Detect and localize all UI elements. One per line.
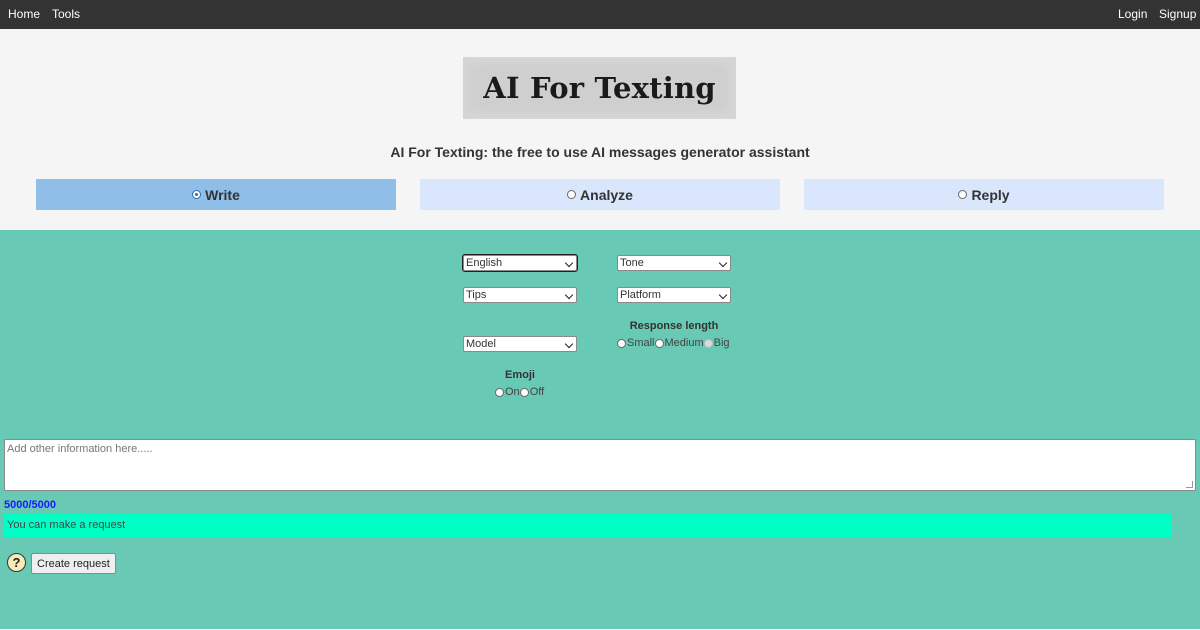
nav-login-link[interactable]: Login xyxy=(1118,7,1147,21)
response-length-medium[interactable]: Medium xyxy=(654,337,704,349)
option-label: Off xyxy=(529,386,545,398)
help-icon[interactable]: ? xyxy=(7,553,26,572)
tone-select[interactable]: Tone xyxy=(617,255,731,271)
mode-tab-label: Analyze xyxy=(580,186,633,203)
language-select[interactable]: English xyxy=(462,254,578,272)
character-counter: 5000/5000 xyxy=(4,499,56,511)
chevron-down-icon xyxy=(564,290,574,300)
radio-emoji-off[interactable] xyxy=(519,387,529,397)
emoji-options: On Off xyxy=(495,386,544,398)
mode-tab-reply[interactable]: Reply xyxy=(804,179,1164,210)
radio-medium[interactable] xyxy=(654,338,664,348)
status-message: You can make a request xyxy=(4,514,1172,537)
platform-select[interactable]: Platform xyxy=(617,287,731,303)
resize-handle-icon[interactable] xyxy=(1186,481,1193,488)
model-select-value: Model xyxy=(466,338,496,350)
radio-small[interactable] xyxy=(617,338,626,348)
option-label: Small xyxy=(627,337,655,349)
response-length-small[interactable]: Small xyxy=(617,337,655,349)
top-navigation: Home Tools Login Signup xyxy=(0,0,1200,29)
response-length-options: Small Medium Big xyxy=(617,337,730,349)
tips-select-value: Tips xyxy=(466,289,487,301)
emoji-off[interactable]: Off xyxy=(519,386,545,398)
chevron-down-icon xyxy=(718,290,728,300)
radio-reply[interactable] xyxy=(958,190,968,199)
header: AI For Texting AI For Texting: the free … xyxy=(0,29,1200,230)
logo: AI For Texting xyxy=(463,57,736,119)
page-subtitle: AI For Texting: the free to use AI messa… xyxy=(390,144,810,160)
nav-home-link[interactable]: Home xyxy=(8,7,40,21)
response-length-big[interactable]: Big xyxy=(703,337,730,349)
chevron-down-icon xyxy=(718,258,728,268)
platform-select-value: Platform xyxy=(620,289,661,301)
create-request-button[interactable]: Create request xyxy=(31,553,116,574)
additional-info-textarea[interactable]: Add other information here..... xyxy=(4,439,1196,491)
logo-text: AI For Texting xyxy=(483,71,716,105)
tone-select-value: Tone xyxy=(620,257,644,269)
emoji-title: Emoji xyxy=(505,369,535,381)
mode-tab-label: Reply xyxy=(971,186,1010,203)
radio-write[interactable] xyxy=(192,190,202,199)
radio-analyze[interactable] xyxy=(567,190,577,199)
option-label: Medium xyxy=(664,337,704,349)
radio-emoji-on[interactable] xyxy=(495,387,504,397)
tips-select[interactable]: Tips xyxy=(463,287,577,303)
model-select[interactable]: Model xyxy=(463,336,577,352)
main-form: English Tone Tips Platform Model Respons… xyxy=(0,230,1200,629)
chevron-down-icon xyxy=(564,258,574,268)
mode-tab-write[interactable]: Write xyxy=(36,179,396,210)
option-label: Big xyxy=(713,337,730,349)
response-length-title: Response length xyxy=(629,320,719,332)
emoji-on[interactable]: On xyxy=(495,386,520,398)
nav-signup-link[interactable]: Signup xyxy=(1159,7,1196,21)
radio-big[interactable] xyxy=(703,338,713,348)
mode-tab-analyze[interactable]: Analyze xyxy=(420,179,780,210)
chevron-down-icon xyxy=(564,339,574,349)
option-label: On xyxy=(505,386,520,398)
nav-tools-link[interactable]: Tools xyxy=(52,7,80,21)
mode-tab-label: Write xyxy=(205,186,240,203)
language-select-value: English xyxy=(466,257,503,269)
textarea-placeholder: Add other information here..... xyxy=(7,443,153,455)
